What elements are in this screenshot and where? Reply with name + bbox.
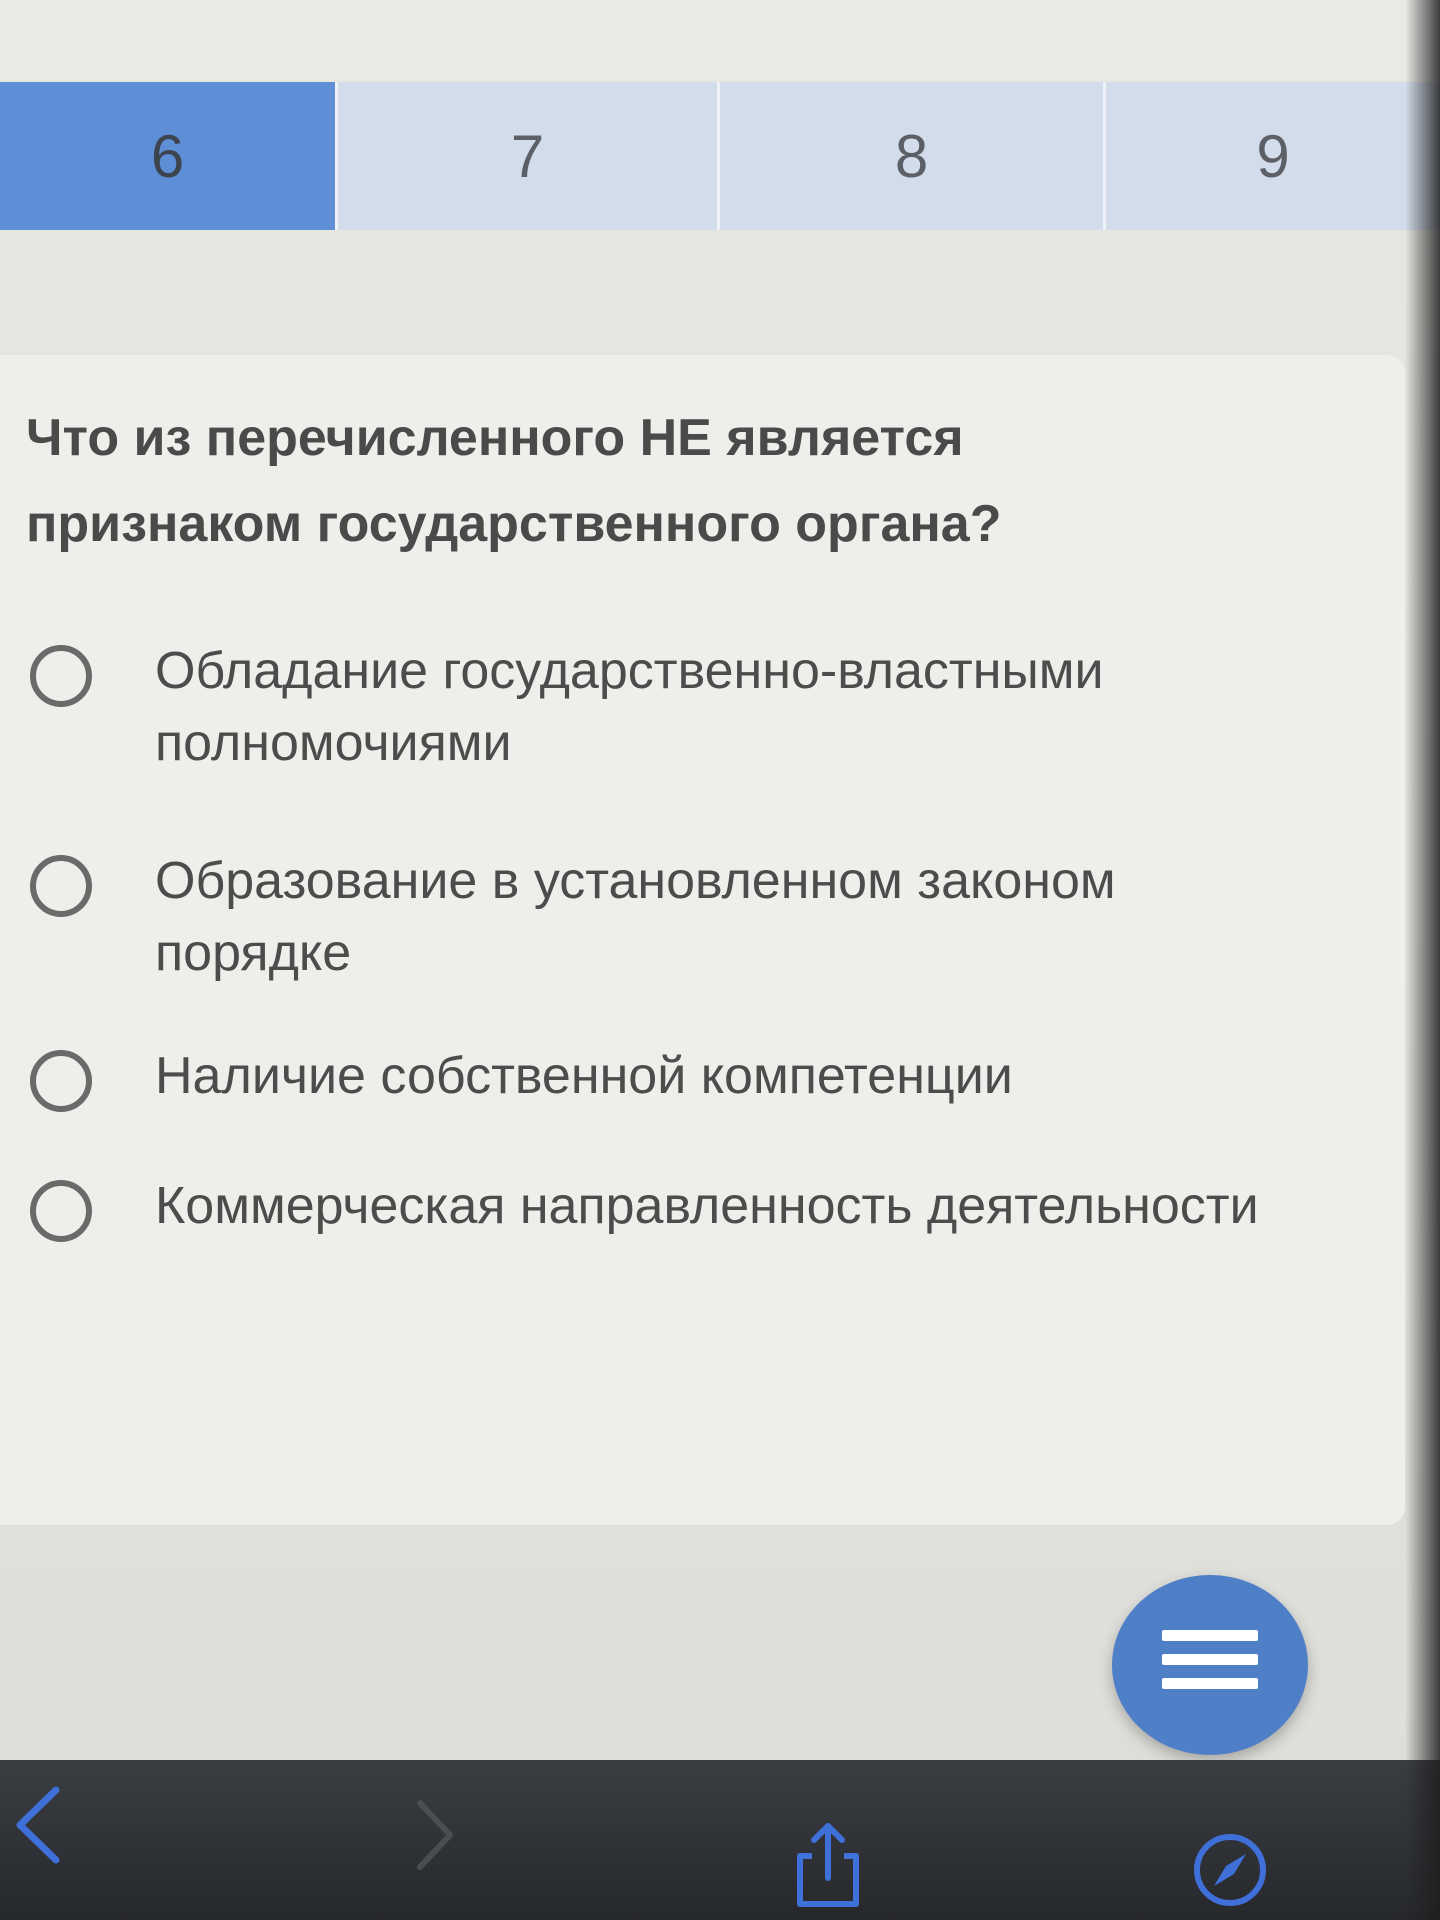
answer-label: Коммерческая направленность деятельности [155, 1177, 1259, 1235]
answer-label: Образование в установленном законом поря… [155, 852, 1116, 982]
tab-question-8[interactable]: 8 [720, 82, 1106, 230]
radio-button[interactable] [30, 645, 92, 707]
radio-button[interactable] [30, 1050, 92, 1112]
answer-label: Обладание государственно-властными полно… [155, 642, 1104, 772]
share-icon[interactable] [790, 1820, 866, 1910]
compass-icon[interactable] [1190, 1830, 1270, 1910]
tab-question-7[interactable]: 7 [338, 82, 720, 230]
top-strip [0, 0, 1440, 80]
answer-label: Наличие собственной компетенции [155, 1047, 1013, 1105]
device-edge [1405, 0, 1440, 1920]
radio-button[interactable] [30, 1180, 92, 1242]
answer-option-4[interactable]: Коммерческая направленность деятельности [30, 1170, 1310, 1330]
answer-option-1[interactable]: Обладание государственно-властными полно… [30, 635, 1310, 795]
answer-option-3[interactable]: Наличие собственной компетенции [30, 1040, 1310, 1130]
answer-option-2[interactable]: Образование в установленном законом поря… [30, 845, 1310, 1005]
radio-button[interactable] [30, 855, 92, 917]
chevron-left-icon[interactable] [8, 1780, 68, 1870]
menu-fab-button[interactable] [1112, 1575, 1308, 1755]
tab-question-9[interactable]: 9 [1106, 82, 1440, 230]
tab-question-6[interactable]: 6 [0, 82, 338, 230]
chevron-right-icon[interactable] [410, 1795, 460, 1875]
question-tabs: 6 7 8 9 [0, 82, 1440, 230]
menu-icon [1162, 1630, 1258, 1700]
question-text: Что из перечисленного НЕ является призна… [26, 409, 1002, 553]
quiz-screen: 6 7 8 9 Что из перечисленного НЕ являетс… [0, 0, 1440, 1920]
